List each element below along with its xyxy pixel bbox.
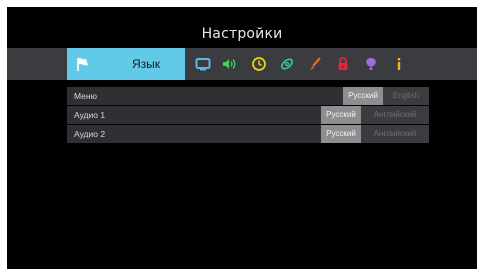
option-english[interactable]: Английский <box>361 125 429 143</box>
monitor-icon[interactable] <box>195 56 211 72</box>
setting-row-audio-2[interactable]: Аудио 2 Русский Английский <box>67 125 429 143</box>
lock-icon[interactable] <box>335 56 351 72</box>
clock-icon[interactable] <box>251 56 267 72</box>
option-russian-selected[interactable]: Русский <box>321 125 361 143</box>
page-title: Настройки <box>201 26 283 42</box>
speaker-icon[interactable] <box>221 56 237 72</box>
option-russian-selected[interactable]: Русский <box>343 87 383 105</box>
setting-label: Аудио 1 <box>74 110 106 120</box>
tab-language-label: Язык <box>131 57 161 71</box>
option-russian-selected[interactable]: Русский <box>321 106 361 124</box>
option-group: Русский Английский <box>321 125 429 143</box>
option-english[interactable]: Английский <box>361 106 429 124</box>
brush-icon[interactable] <box>307 56 323 72</box>
setting-label: Меню <box>74 91 97 101</box>
setting-row-menu[interactable]: Меню Русский English <box>67 87 429 105</box>
setting-label: Аудио 2 <box>74 129 106 139</box>
info-icon[interactable] <box>391 56 407 72</box>
balloon-icon[interactable] <box>363 56 379 72</box>
option-group: Русский English <box>343 87 429 105</box>
option-english[interactable]: English <box>383 87 429 105</box>
language-settings-list: Меню Русский English Аудио 1 Русский Анг… <box>67 87 429 144</box>
tv-screen: Настройки Язык Меню Русский English Ауди… <box>7 7 477 269</box>
setting-row-audio-1[interactable]: Аудио 1 Русский Английский <box>67 106 429 124</box>
network-icon[interactable] <box>279 56 295 72</box>
option-group: Русский Английский <box>321 106 429 124</box>
settings-tab-bar: Язык <box>7 48 477 80</box>
tab-language[interactable]: Язык <box>67 48 185 80</box>
flag-icon <box>77 58 88 71</box>
